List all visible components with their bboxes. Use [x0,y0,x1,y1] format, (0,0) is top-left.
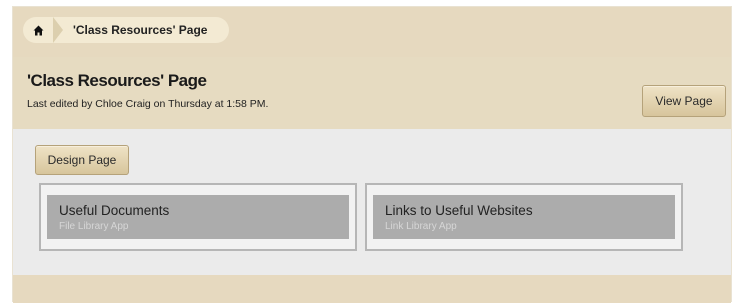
breadcrumb-bar: 'Class Resources' Page [13,7,731,51]
app-tile-useful-documents[interactable]: Useful Documents File Library App [47,195,349,239]
app-title: Links to Useful Websites [385,203,533,218]
breadcrumb: 'Class Resources' Page [23,17,230,43]
home-button[interactable] [23,17,53,43]
page-footer-bar [13,275,731,303]
last-edited-text: Last edited by Chloe Craig on Thursday a… [27,98,269,110]
home-icon [33,25,43,35]
breadcrumb-current[interactable]: 'Class Resources' Page [73,23,207,37]
app-subtitle: Link Library App [385,221,457,232]
app-slot-useful-websites: Links to Useful Websites Link Library Ap… [365,183,683,251]
app-subtitle: File Library App [59,221,129,232]
breadcrumb-separator [53,17,63,43]
page-title: 'Class Resources' Page [27,71,207,90]
view-page-button[interactable]: View Page [642,85,726,117]
page-frame: 'Class Resources' Page 'Class Resources'… [12,6,732,303]
app-tile-useful-websites[interactable]: Links to Useful Websites Link Library Ap… [373,195,675,239]
page-content: Design Page Useful Documents File Librar… [13,129,731,275]
page-header: 'Class Resources' Page Last edited by Ch… [13,57,731,129]
app-title: Useful Documents [59,203,170,218]
app-slot-useful-documents: Useful Documents File Library App [39,183,357,251]
design-page-button[interactable]: Design Page [35,145,129,175]
